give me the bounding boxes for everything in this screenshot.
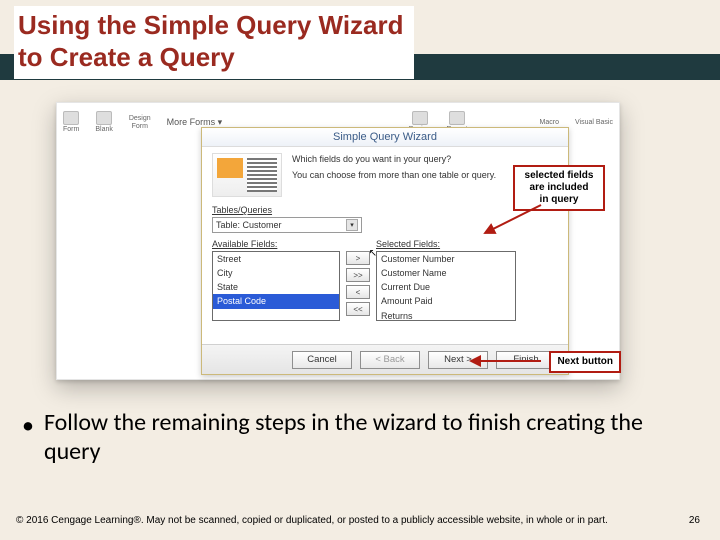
list-item[interactable]: Amount Paid: [377, 294, 515, 308]
selected-fields-list[interactable]: Customer Number Customer Name Current Du…: [376, 251, 516, 321]
cancel-button[interactable]: Cancel: [292, 351, 352, 369]
callout-selected-fields: selected fields are included in query: [513, 165, 605, 211]
list-item[interactable]: Customer Number: [377, 252, 515, 266]
bullet-text: Follow the remaining steps in the wizard…: [44, 408, 704, 467]
list-item[interactable]: Customer Name: [377, 266, 515, 280]
available-fields-list[interactable]: Street City State Postal Code: [212, 251, 340, 321]
dialog-title: Simple Query Wizard: [202, 128, 568, 147]
list-item[interactable]: Street: [213, 252, 339, 266]
title-block: Using the Simple Query Wizard to Create …: [14, 6, 414, 79]
wizard-footer: Cancel < Back Next > Finish: [202, 344, 568, 374]
slide-footer: © 2016 Cengage Learning®. May not be sca…: [16, 515, 700, 526]
remove-all-fields-button[interactable]: <<: [346, 302, 370, 316]
tables-queries-combo[interactable]: Table: Customer ▾: [212, 217, 362, 233]
bullet-icon: •: [22, 408, 34, 467]
add-all-fields-button[interactable]: >>: [346, 268, 370, 282]
wizard-illustration-icon: [212, 153, 282, 197]
finish-button[interactable]: Finish: [496, 351, 556, 369]
tables-queries-label: Tables/Queries: [212, 205, 558, 215]
chevron-down-icon[interactable]: ▾: [346, 219, 358, 231]
next-button[interactable]: Next >: [428, 351, 488, 369]
list-item[interactable]: Returns: [377, 309, 515, 321]
list-item[interactable]: Postal Code: [213, 294, 339, 308]
cursor-icon: ↖: [369, 248, 377, 259]
tables-queries-value: Table: Customer: [216, 220, 282, 230]
page-number: 26: [689, 515, 700, 526]
callout-next-button: Next button: [549, 351, 621, 373]
available-fields-label: Available Fields:: [212, 239, 340, 249]
copyright: © 2016 Cengage Learning®. May not be sca…: [16, 515, 608, 526]
list-item[interactable]: State: [213, 280, 339, 294]
list-item[interactable]: Current Due: [377, 280, 515, 294]
list-item[interactable]: City: [213, 266, 339, 280]
add-field-button[interactable]: > ↖: [346, 251, 370, 265]
more-forms: More Forms ▾: [167, 117, 223, 128]
selected-fields-label: Selected Fields:: [376, 239, 516, 249]
wizard-screenshot: Form Blank DesignForm More Forms ▾ Desig…: [56, 102, 620, 380]
slide-title: Using the Simple Query Wizard to Create …: [18, 10, 404, 73]
bullet-point: • Follow the remaining steps in the wiza…: [22, 408, 704, 467]
back-button[interactable]: < Back: [360, 351, 420, 369]
field-move-buttons: > ↖ >> < <<: [346, 239, 370, 316]
remove-field-button[interactable]: <: [346, 285, 370, 299]
